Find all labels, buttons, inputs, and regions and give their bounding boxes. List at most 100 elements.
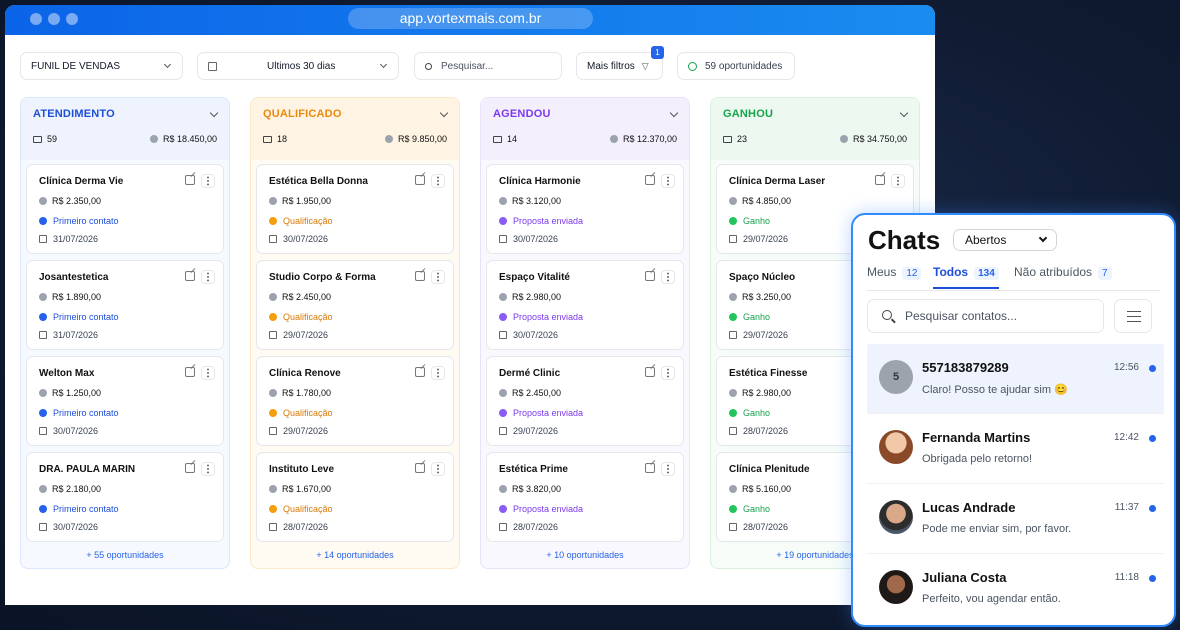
tab-count: 12 xyxy=(902,267,922,280)
filter-settings-button[interactable] xyxy=(1114,299,1152,333)
chat-status-select[interactable]: Abertos xyxy=(953,229,1057,251)
card-status: Proposta enviada xyxy=(513,312,584,322)
more-options-icon[interactable]: ⋮ xyxy=(431,366,445,380)
more-options-icon[interactable]: ⋮ xyxy=(891,174,905,188)
more-options-icon[interactable]: ⋮ xyxy=(431,270,445,284)
edit-icon[interactable] xyxy=(415,271,425,281)
edit-icon[interactable] xyxy=(875,175,885,185)
edit-icon[interactable] xyxy=(645,463,655,473)
more-opportunities-link[interactable]: + 55 oportunidades xyxy=(21,550,229,560)
more-options-icon[interactable]: ⋮ xyxy=(661,174,675,188)
search-input[interactable]: Pesquisar... xyxy=(414,52,562,80)
more-filters-button[interactable]: Mais filtros ▽ 1 xyxy=(576,46,664,80)
card-date: 30/07/2026 xyxy=(283,234,329,244)
edit-icon[interactable] xyxy=(185,367,195,377)
calendar-icon xyxy=(39,427,47,435)
opportunity-card[interactable]: Estética Bella Donna ⋮ R$ 1.950,00 Quali… xyxy=(256,164,454,254)
more-opportunities-link[interactable]: + 14 oportunidades xyxy=(251,550,459,560)
window-dot-icon[interactable] xyxy=(48,13,60,25)
card-status: Proposta enviada xyxy=(513,504,584,514)
card-value: R$ 4.850,00 xyxy=(742,196,792,206)
address-bar[interactable]: app.vortexmais.com.br xyxy=(348,8,593,29)
window-dot-icon[interactable] xyxy=(66,13,78,25)
coin-icon xyxy=(269,293,277,301)
edit-icon[interactable] xyxy=(415,175,425,185)
unread-dot-icon xyxy=(1149,575,1156,582)
briefcase-icon xyxy=(723,136,732,143)
opportunity-card[interactable]: Studio Corpo & Forma ⋮ R$ 2.450,00 Quali… xyxy=(256,260,454,350)
tab-nao-atribuidos[interactable]: Não atribuídos 7 xyxy=(1014,265,1112,289)
period-select[interactable]: Ultimos 30 dias xyxy=(197,52,399,80)
opportunity-card[interactable]: Espaço Vitalité ⋮ R$ 2.980,00 Proposta e… xyxy=(486,260,684,350)
edit-icon[interactable] xyxy=(415,463,425,473)
chat-item[interactable]: Lucas Andrade Pode me enviar sim, por fa… xyxy=(867,484,1164,554)
window-dot-icon[interactable] xyxy=(30,13,42,25)
message-time: 12:56 xyxy=(1113,362,1139,373)
card-status: Ganho xyxy=(743,216,771,226)
more-options-icon[interactable]: ⋮ xyxy=(661,366,675,380)
opportunity-card[interactable]: Estética Prime ⋮ R$ 3.820,00 Proposta en… xyxy=(486,452,684,542)
card-value: R$ 1.950,00 xyxy=(282,196,332,206)
tab-todos[interactable]: Todos 134 xyxy=(933,265,999,289)
edit-icon[interactable] xyxy=(415,367,425,377)
edit-icon[interactable] xyxy=(645,271,655,281)
opportunity-card[interactable]: DRA. PAULA MARIN ⋮ R$ 2.180,00 Primeiro … xyxy=(26,452,224,542)
calendar-icon xyxy=(729,427,737,435)
opportunity-card[interactable]: Welton Max ⋮ R$ 1.250,00 Primeiro contat… xyxy=(26,356,224,446)
period-select-label: Ultimos 30 dias xyxy=(267,60,336,72)
chat-item[interactable]: Juliana Costa Perfeito, vou agendar entã… xyxy=(867,554,1164,624)
opportunity-card[interactable]: Josantestetica ⋮ R$ 1.890,00 Primeiro co… xyxy=(26,260,224,350)
coin-icon xyxy=(39,293,47,301)
check-circle-icon xyxy=(688,61,697,71)
filter-icon: ▽ xyxy=(641,60,649,71)
edit-icon[interactable] xyxy=(185,271,195,281)
status-icon xyxy=(269,505,277,513)
card-status: Proposta enviada xyxy=(513,216,584,226)
chevron-down-icon xyxy=(163,60,172,69)
coin-icon xyxy=(729,485,737,493)
more-options-icon[interactable]: ⋮ xyxy=(201,270,215,284)
calendar-icon xyxy=(499,235,507,243)
chevron-down-icon xyxy=(1038,233,1048,243)
edit-icon[interactable] xyxy=(185,175,195,185)
more-opportunities-link[interactable]: + 10 oportunidades xyxy=(481,550,689,560)
edit-icon[interactable] xyxy=(645,367,655,377)
opportunity-card[interactable]: Clínica Derma Vie ⋮ R$ 2.350,00 Primeiro… xyxy=(26,164,224,254)
coin-icon xyxy=(269,389,277,397)
card-title: Clínica Derma Vie xyxy=(39,176,124,187)
calendar-icon xyxy=(269,235,277,243)
contact-search-input[interactable]: Pesquisar contatos... xyxy=(867,299,1104,333)
more-options-icon[interactable]: ⋮ xyxy=(201,462,215,476)
coin-icon xyxy=(499,197,507,205)
edit-icon[interactable] xyxy=(645,175,655,185)
card-title: Instituto Leve xyxy=(269,464,335,475)
opportunity-card[interactable]: Clínica Harmonie ⋮ R$ 3.120,00 Proposta … xyxy=(486,164,684,254)
more-options-icon[interactable]: ⋮ xyxy=(431,462,445,476)
more-options-icon[interactable]: ⋮ xyxy=(201,366,215,380)
chat-item[interactable]: Fernanda Martins Obrigada pelo retorno! … xyxy=(867,414,1164,484)
opportunities-count-label: 59 oportunidades xyxy=(705,60,783,72)
opportunity-card[interactable]: Instituto Leve ⋮ R$ 1.670,00 Qualificaçã… xyxy=(256,452,454,542)
avatar xyxy=(879,570,913,604)
more-options-icon[interactable]: ⋮ xyxy=(431,174,445,188)
more-options-icon[interactable]: ⋮ xyxy=(661,462,675,476)
opportunity-card[interactable]: Dermé Clinic ⋮ R$ 2.450,00 Proposta envi… xyxy=(486,356,684,446)
last-message: Obrigada pelo retorno! xyxy=(922,453,1033,465)
chat-item[interactable]: 5 557183879289 Claro! Posso te ajudar si… xyxy=(867,344,1164,414)
tab-meus[interactable]: Meus 12 xyxy=(867,265,922,289)
card-value: R$ 2.980,00 xyxy=(512,292,562,302)
edit-icon[interactable] xyxy=(185,463,195,473)
last-message: Pode me enviar sim, por favor. xyxy=(922,523,1072,535)
tab-label: Todos xyxy=(933,265,969,279)
coin-icon xyxy=(384,135,393,143)
card-value: R$ 1.890,00 xyxy=(52,292,102,302)
card-status: Primeiro contato xyxy=(53,408,119,418)
more-options-icon[interactable]: ⋮ xyxy=(661,270,675,284)
card-value: R$ 2.180,00 xyxy=(52,484,102,494)
opportunity-card[interactable]: Clínica Renove ⋮ R$ 1.780,00 Qualificaçã… xyxy=(256,356,454,446)
more-options-icon[interactable]: ⋮ xyxy=(201,174,215,188)
coin-icon xyxy=(499,389,507,397)
pipeline-select[interactable]: FUNIL DE VENDAS xyxy=(20,52,183,80)
calendar-icon xyxy=(729,523,737,531)
coin-icon xyxy=(269,485,277,493)
